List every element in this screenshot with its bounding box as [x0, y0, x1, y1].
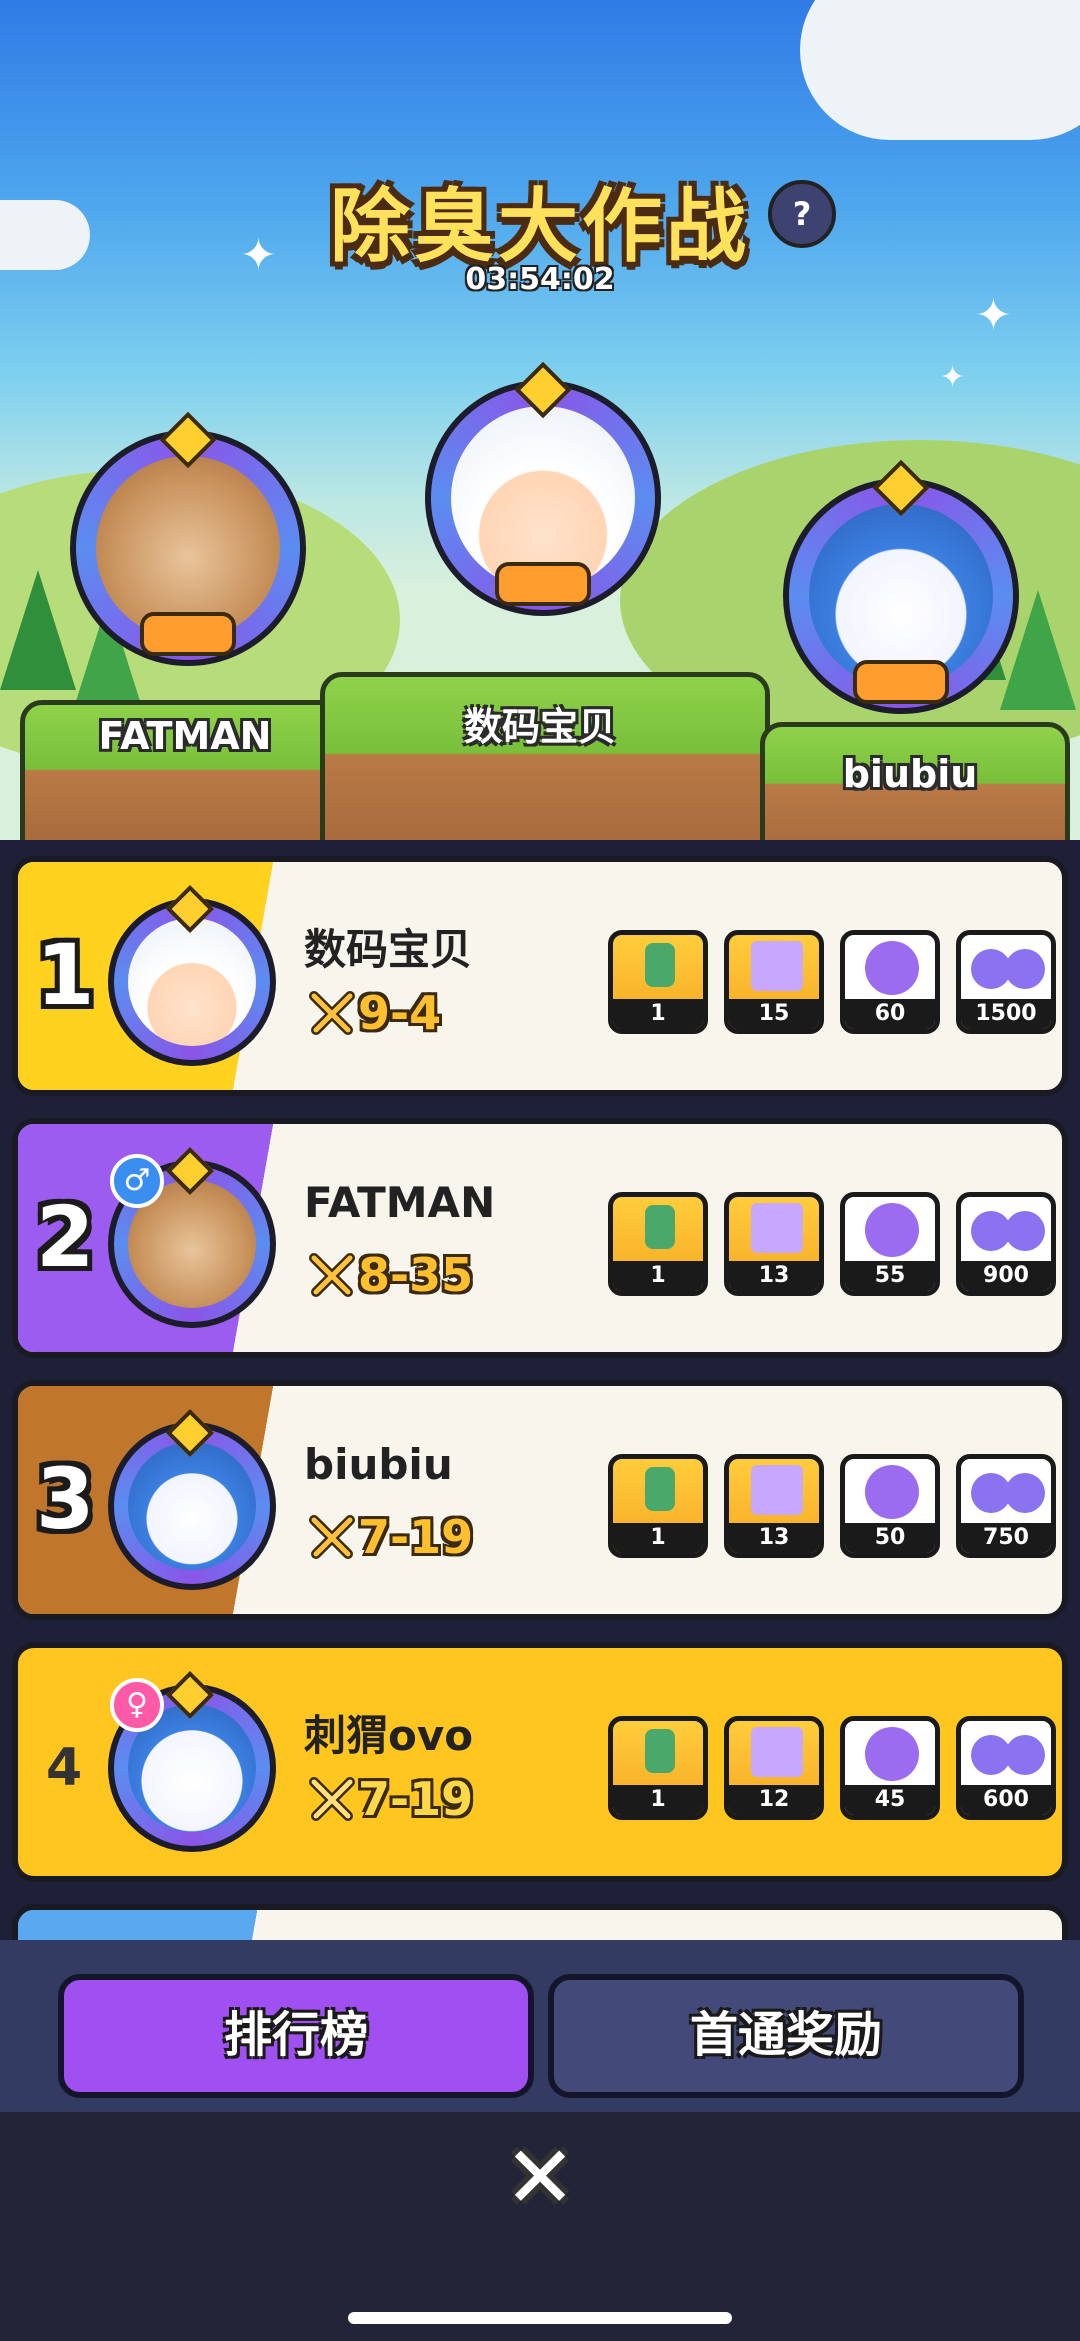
crossed-swords-icon — [309, 1515, 355, 1559]
sparkle-icon: ✦ — [940, 360, 966, 395]
candy-badge-icon — [853, 660, 949, 704]
leaderboard-list[interactable]: 1 数码宝贝 9-4 1 15 60 1500 2 ♂ FATMAN 8-35 … — [0, 840, 1080, 1940]
leaderboard-row-1[interactable]: 1 数码宝贝 9-4 1 15 60 1500 — [12, 856, 1068, 1096]
crossed-swords-icon — [309, 1253, 355, 1297]
crossed-swords-icon — [309, 991, 355, 1035]
tree — [0, 570, 76, 690]
close-icon[interactable]: ✕ — [500, 2135, 580, 2221]
reward-gems[interactable]: 750 — [956, 1454, 1056, 1558]
podium-name-right: biubiu — [842, 752, 978, 796]
candy-badge-icon — [140, 612, 236, 656]
bottom-tab-bar: 排行榜 首通奖励 — [0, 1940, 1080, 2112]
female-icon: ♀ — [110, 1678, 164, 1732]
event-title: 除臭大作战 — [330, 180, 750, 273]
leaderboard-row-4-self[interactable]: 4 ♀ 刺猬ovo 7-19 1 12 45 600 — [12, 1642, 1068, 1882]
reward-purple-orb[interactable]: 50 — [840, 1454, 940, 1558]
reward-statue[interactable]: 1 — [608, 930, 708, 1034]
boy-avatar — [128, 918, 256, 1046]
reward-gems[interactable]: 1500 — [956, 930, 1056, 1034]
reward-mystery-box[interactable]: 15 — [724, 930, 824, 1034]
rank-number: 4 — [46, 1738, 83, 1798]
podium-name-center: 数码宝贝 — [463, 705, 616, 749]
player-score: 7-19 — [358, 1510, 474, 1564]
tab-leaderboard[interactable]: 排行榜 — [58, 1974, 534, 2098]
reward-purple-orb[interactable]: 60 — [840, 930, 940, 1034]
player-name: 刺猬ovo — [304, 1711, 474, 1760]
bottom-area: ✕ — [0, 2112, 1080, 2341]
reward-mystery-box[interactable]: 13 — [724, 1192, 824, 1296]
rank-number: 2 — [36, 1188, 95, 1286]
rank-number: 3 — [36, 1450, 95, 1548]
help-button[interactable]: ? — [768, 180, 836, 248]
leaderboard-row-5-partial[interactable] — [12, 1904, 1068, 1940]
reward-gems[interactable]: 600 — [956, 1716, 1056, 1820]
reward-purple-orb[interactable]: 45 — [840, 1716, 940, 1820]
player-name: FATMAN — [304, 1178, 496, 1227]
player-name: biubiu — [304, 1440, 453, 1489]
sparkle-icon: ✦ — [975, 290, 1012, 341]
countdown-timer: 03:54:02 — [465, 262, 615, 297]
reward-mystery-box[interactable]: 13 — [724, 1454, 824, 1558]
leaderboard-row-2[interactable]: 2 ♂ FATMAN 8-35 1 13 55 900 — [12, 1118, 1068, 1358]
home-indicator[interactable] — [348, 2312, 732, 2324]
rank-number: 1 — [36, 926, 95, 1024]
reward-statue[interactable]: 1 — [608, 1454, 708, 1558]
player-score: 8-35 — [358, 1248, 474, 1302]
player-score: 9-4 — [358, 986, 442, 1040]
reward-statue[interactable]: 1 — [608, 1192, 708, 1296]
reward-mystery-box[interactable]: 12 — [724, 1716, 824, 1820]
scene-background: ✦ ✦ ✦ 除臭大作战 ? 03:54:02 FATMAN 数码宝贝 biubi… — [0, 0, 1080, 840]
male-icon: ♂ — [110, 1154, 164, 1208]
reward-statue[interactable]: 1 — [608, 1716, 708, 1820]
player-score: 7-19 — [358, 1772, 474, 1826]
reward-gems[interactable]: 900 — [956, 1192, 1056, 1296]
player-name: 数码宝贝 — [304, 925, 473, 974]
leaderboard-row-3[interactable]: 3 biubiu 7-19 1 13 50 750 — [12, 1380, 1068, 1620]
podium-name-left: FATMAN — [98, 714, 272, 758]
mascot-avatar — [128, 1442, 256, 1570]
crossed-swords-icon — [309, 1777, 355, 1821]
tab-first-clear-rewards[interactable]: 首通奖励 — [548, 1974, 1024, 2098]
reward-purple-orb[interactable]: 55 — [840, 1192, 940, 1296]
candy-badge-icon — [495, 562, 591, 606]
